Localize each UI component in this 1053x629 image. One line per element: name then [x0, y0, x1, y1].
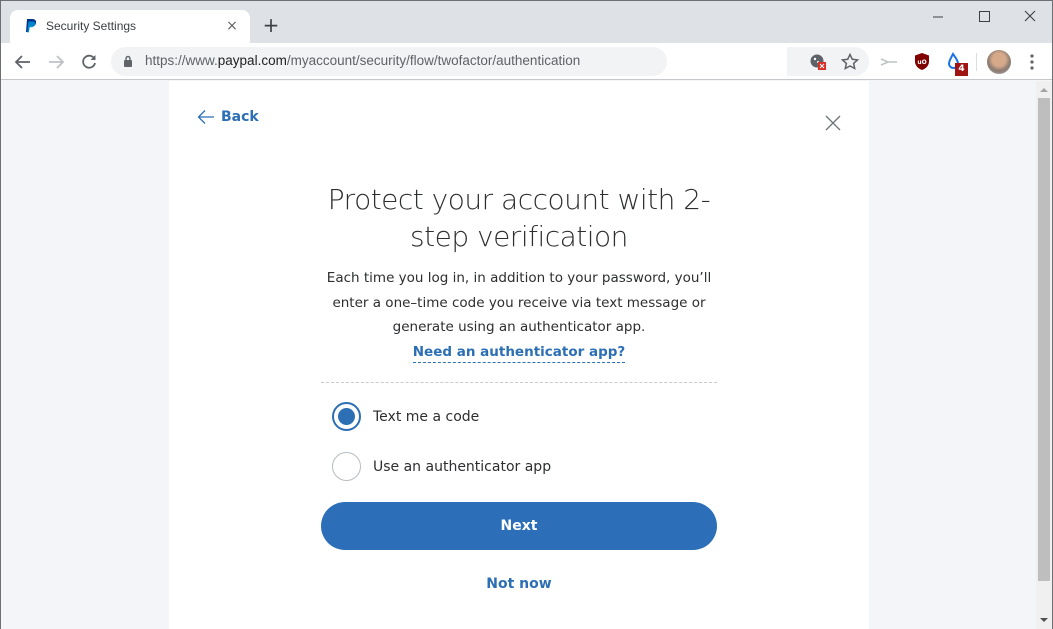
window-close-button[interactable]: [1007, 1, 1053, 33]
extension-badge: 4: [955, 63, 968, 76]
title-line-2: step verification: [410, 220, 628, 253]
droplet-extension-button[interactable]: 4: [945, 51, 971, 76]
paypal-favicon-icon: [26, 19, 37, 33]
ublock-icon[interactable]: uO: [911, 51, 933, 73]
address-bar[interactable]: https://www.paypal.com/myaccount/securit…: [111, 47, 667, 76]
close-icon[interactable]: [824, 114, 842, 132]
back-arrow-icon: [14, 55, 30, 69]
tab-close-icon[interactable]: ×: [224, 18, 240, 34]
description: Each time you log in, in addition to you…: [289, 266, 749, 340]
back-nav-button[interactable]: [11, 50, 35, 74]
vertical-scrollbar[interactable]: [1036, 81, 1052, 629]
close-icon: [1024, 10, 1036, 22]
reload-button[interactable]: [77, 50, 101, 74]
maximize-icon: [979, 11, 990, 22]
option-label: Text me a code: [373, 408, 480, 425]
forward-arrow-icon: [49, 55, 65, 69]
svg-text:uO: uO: [917, 59, 926, 66]
option-use-authenticator-app[interactable]: Use an authenticator app: [332, 452, 551, 481]
radio-button-selected[interactable]: [332, 402, 361, 431]
reload-icon: [82, 54, 96, 69]
cookie-blocked-icon[interactable]: [807, 51, 829, 73]
divider: [321, 382, 717, 383]
minimize-button[interactable]: [915, 1, 961, 33]
next-button[interactable]: Next: [321, 502, 717, 550]
verification-card: Back Protect your account with 2- step v…: [169, 81, 869, 629]
menu-dots-icon[interactable]: [1021, 51, 1043, 73]
arrow-left-icon: [197, 110, 214, 124]
scroll-down-arrow-icon[interactable]: [1039, 615, 1049, 625]
scrollbar-thumb[interactable]: [1038, 98, 1050, 581]
maximize-button[interactable]: [961, 1, 1007, 33]
url-host: paypal.com: [217, 53, 287, 68]
star-icon[interactable]: [839, 51, 861, 73]
authenticator-help: Need an authenticator app?: [169, 341, 869, 363]
title-bar: Security Settings × +: [1, 1, 1052, 43]
new-tab-button[interactable]: +: [260, 15, 282, 37]
title-line-1: Protect your account with 2-: [327, 183, 711, 216]
description-line: generate using an authenticator app.: [392, 319, 646, 335]
option-label: Use an authenticator app: [373, 458, 552, 475]
page-title: Protect your account with 2- step verifi…: [169, 181, 869, 255]
page-viewport: Back Protect your account with 2- step v…: [1, 81, 1036, 629]
back-link[interactable]: Back: [197, 109, 259, 125]
minimize-icon: [933, 16, 943, 18]
need-authenticator-app-link[interactable]: Need an authenticator app?: [412, 344, 626, 363]
back-label: Back: [221, 109, 259, 125]
lock-icon: [124, 55, 132, 67]
not-now-container: Not now: [169, 573, 869, 592]
url-path: /myaccount/security/flow/twofactor/authe…: [286, 53, 581, 68]
forward-nav-button[interactable]: [44, 50, 68, 74]
address-bar-actions: [787, 47, 869, 76]
option-text-me-a-code[interactable]: Text me a code: [332, 402, 479, 431]
profile-avatar[interactable]: [987, 50, 1011, 74]
scissors-icon[interactable]: [878, 51, 900, 73]
description-line: enter a one–time code you receive via te…: [332, 294, 706, 311]
url-scheme: https://www.: [145, 53, 218, 68]
description-line: Each time you log in, in addition to you…: [326, 270, 712, 286]
radio-button[interactable]: [332, 452, 361, 481]
tab-title: Security Settings: [46, 19, 137, 33]
not-now-link[interactable]: Not now: [486, 576, 551, 592]
scroll-up-arrow-icon[interactable]: [1039, 85, 1049, 95]
browser-tab[interactable]: Security Settings ×: [10, 10, 250, 43]
url-text[interactable]: https://www.paypal.com/myaccount/securit…: [145, 53, 580, 68]
browser-toolbar: https://www.paypal.com/myaccount/securit…: [1, 43, 1052, 80]
toolbar-divider: [976, 53, 977, 71]
